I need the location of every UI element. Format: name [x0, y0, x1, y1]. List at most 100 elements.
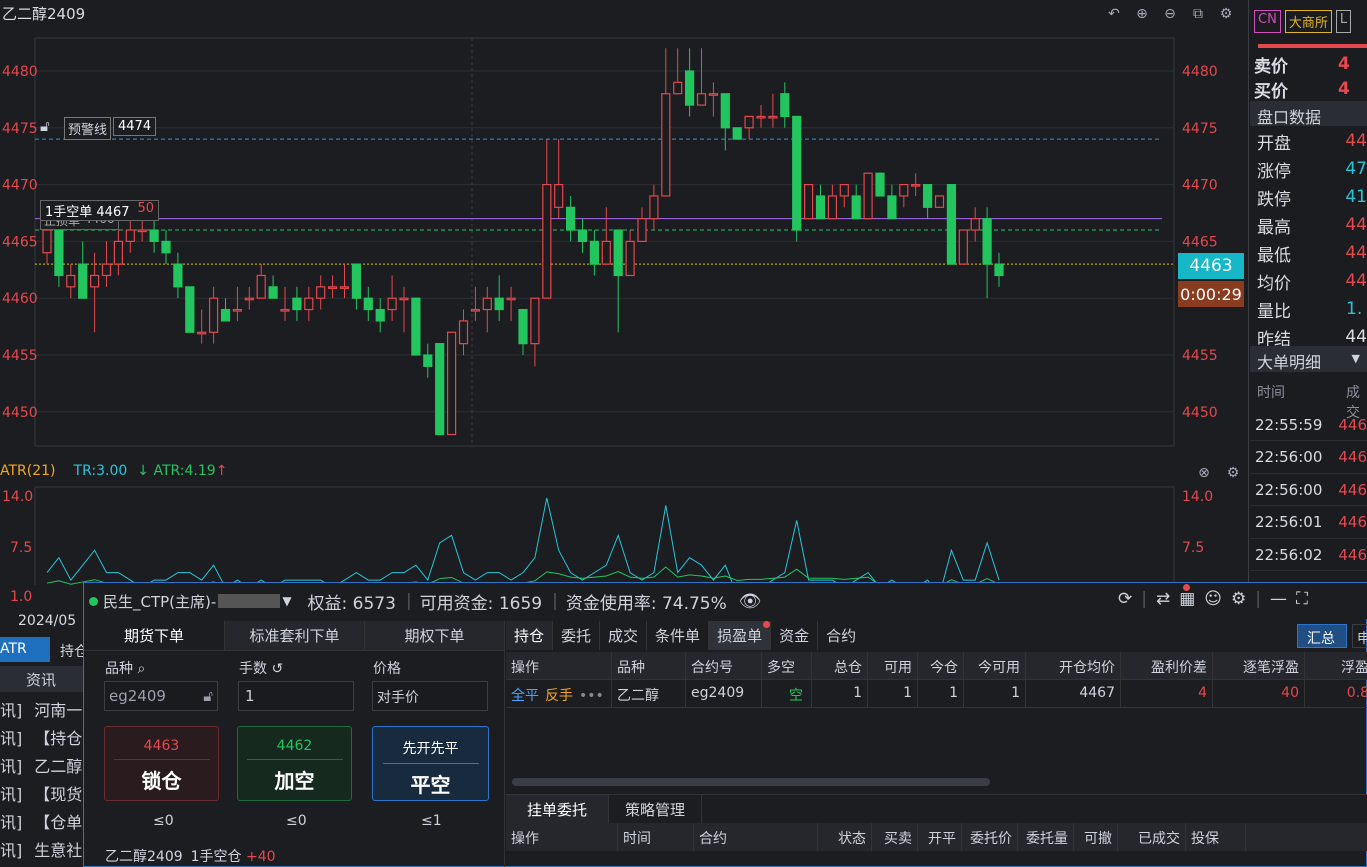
candle-body: [518, 308, 528, 345]
candlestick-chart[interactable]: 4480448044754475447044704465446544604460…: [0, 26, 1248, 456]
atr-title[interactable]: ATR(21): [0, 463, 56, 479]
screenshot-icon[interactable]: ⧉: [1187, 3, 1209, 25]
row-total: 1: [812, 680, 868, 708]
position-tab[interactable]: 持仓: [506, 621, 553, 650]
news-item[interactable]: 讯] 【现货: [0, 781, 83, 807]
position-tab[interactable]: 委托: [552, 621, 599, 650]
order-col-header[interactable]: 委托价: [962, 823, 1018, 851]
zoom-out-icon[interactable]: ⊖: [1159, 3, 1181, 25]
order-col-header[interactable]: 操作: [506, 823, 618, 851]
reset-icon[interactable]: ↺: [271, 661, 283, 677]
row-actions[interactable]: 全平 反手 •••: [506, 680, 612, 708]
warn-line-lock-icon[interactable]: 🔓︎: [40, 117, 50, 135]
position-col-header[interactable]: 盈利价差: [1121, 652, 1213, 680]
order-tab[interactable]: 期权下单: [364, 621, 504, 650]
lock-label: 锁仓: [141, 769, 182, 793]
account-dropdown-icon[interactable]: ▼: [282, 594, 291, 608]
extra-button[interactable]: 申: [1352, 624, 1367, 648]
settings-icon[interactable]: ⚙: [1215, 3, 1237, 25]
transfer-icon[interactable]: ⇄: [1156, 589, 1170, 609]
news-item[interactable]: 讯] 河南一: [0, 697, 83, 723]
order-tag[interactable]: 1手空单 4467 50: [40, 200, 160, 221]
news-text: 【现货: [34, 785, 83, 804]
undo-icon[interactable]: ↶: [1103, 3, 1125, 25]
more-icon[interactable]: •••: [579, 688, 604, 704]
position-col-header[interactable]: 总仓: [812, 652, 868, 680]
add-short-button[interactable]: 4462 加空: [237, 726, 352, 801]
news-item[interactable]: 讯] 乙二醇: [0, 753, 83, 779]
summary-button[interactable]: 汇总: [1297, 624, 1347, 648]
position-col-header[interactable]: 操作: [506, 652, 612, 680]
tag-l[interactable]: L: [1335, 10, 1352, 33]
user-icon[interactable]: ☺: [1204, 589, 1222, 609]
candle-body: [803, 184, 814, 220]
eye-icon[interactable]: 👁︎: [739, 591, 762, 612]
position-col-header[interactable]: 开仓均价: [1026, 652, 1121, 680]
calculator-icon[interactable]: ▦: [1179, 589, 1195, 609]
symbol-input[interactable]: eg2409 🔓︎: [104, 681, 218, 711]
order-col-header[interactable]: 买卖: [872, 823, 918, 851]
tag-cn[interactable]: CN: [1254, 10, 1281, 33]
news-item[interactable]: 讯] 生意社: [0, 837, 83, 863]
position-tab[interactable]: 损盈单: [708, 621, 771, 650]
candle-body: [911, 184, 921, 187]
warn-line-value[interactable]: 4474: [113, 117, 157, 136]
position-tab[interactable]: 资金: [770, 621, 817, 650]
hscrollbar[interactable]: [512, 778, 990, 786]
unlock-icon[interactable]: 🔓︎: [203, 687, 213, 705]
minimize-icon[interactable]: —: [1270, 589, 1287, 609]
qty-input[interactable]: 1: [238, 681, 354, 711]
lock-button[interactable]: 4463 锁仓: [104, 726, 219, 801]
chart-title: 乙二醇2409: [2, 5, 86, 23]
zoom-in-icon[interactable]: ⊕: [1131, 3, 1153, 25]
position-row[interactable]: 全平 反手 ••• 乙二醇 eg2409 空 1 1 1 1 4467 4 40 0.8: [506, 680, 1367, 708]
bottom-tab[interactable]: 策略管理: [608, 795, 702, 824]
news-item[interactable]: 讯] 【持仓: [0, 725, 83, 751]
side-row-value: 1.: [1346, 299, 1363, 319]
settings-icon[interactable]: ⚙: [1231, 589, 1246, 609]
order-col-header[interactable]: 时间: [618, 823, 694, 851]
big-order-header[interactable]: 大单明细 ▼: [1250, 346, 1367, 372]
close-all-link[interactable]: 全平: [511, 688, 539, 704]
order-tab[interactable]: 期货下单: [84, 621, 224, 650]
candle-body: [304, 297, 314, 311]
position-tab[interactable]: 成交: [599, 621, 646, 650]
order-col-header[interactable]: 已成交: [1118, 823, 1186, 851]
tag-exchange[interactable]: 大商所: [1284, 10, 1332, 33]
position-col-header[interactable]: 今仓: [918, 652, 964, 680]
order-col-header[interactable]: 状态: [818, 823, 872, 851]
tab-atr[interactable]: ATR: [0, 637, 50, 662]
position-col-header[interactable]: 多空: [762, 652, 812, 680]
position-tab[interactable]: 条件单: [646, 621, 708, 650]
order-col-header[interactable]: 合约: [694, 823, 818, 851]
atr-tr: TR:3.00: [73, 463, 128, 479]
account-name[interactable]: 民生_CTP(主席)-: [103, 591, 216, 612]
maximize-icon[interactable]: ⛶: [1296, 589, 1308, 609]
position-col-header[interactable]: 品种: [612, 652, 686, 680]
reverse-link[interactable]: 反手: [545, 688, 573, 704]
order-col-header[interactable]: 投保: [1186, 823, 1246, 851]
order-col-header[interactable]: 开平: [918, 823, 962, 851]
bottom-tab[interactable]: 挂单委托: [506, 795, 608, 824]
candle-body: [494, 297, 504, 311]
position-tab[interactable]: 合约: [817, 621, 864, 650]
close-short-button[interactable]: 先开先平 平空: [372, 726, 489, 801]
candle-body: [292, 297, 302, 311]
close-indicator-icon[interactable]: ⊗: [1193, 462, 1215, 484]
order-col-header[interactable]: 委托量: [1018, 823, 1074, 851]
position-col-header[interactable]: 可用: [868, 652, 918, 680]
search-icon[interactable]: ⌕: [137, 661, 145, 677]
order-tab[interactable]: 标准套利下单: [224, 621, 364, 650]
indicator-settings-icon[interactable]: ⚙: [1222, 462, 1244, 484]
position-col-header[interactable]: 今可用: [964, 652, 1026, 680]
panel-title[interactable]: 盘口数据: [1250, 101, 1367, 127]
price-select[interactable]: 对手价: [372, 681, 488, 711]
position-col-header[interactable]: 合约号: [686, 652, 762, 680]
position-col-header[interactable]: 逐笔浮盈: [1213, 652, 1305, 680]
trade-time: 22:56:00: [1255, 448, 1323, 466]
candle-body: [673, 81, 683, 95]
position-col-header[interactable]: 浮盈: [1305, 652, 1367, 680]
refresh-icon[interactable]: ⟳: [1118, 589, 1132, 609]
order-col-header[interactable]: 可撤: [1074, 823, 1118, 851]
news-item[interactable]: 讯] 【仓单: [0, 809, 83, 835]
